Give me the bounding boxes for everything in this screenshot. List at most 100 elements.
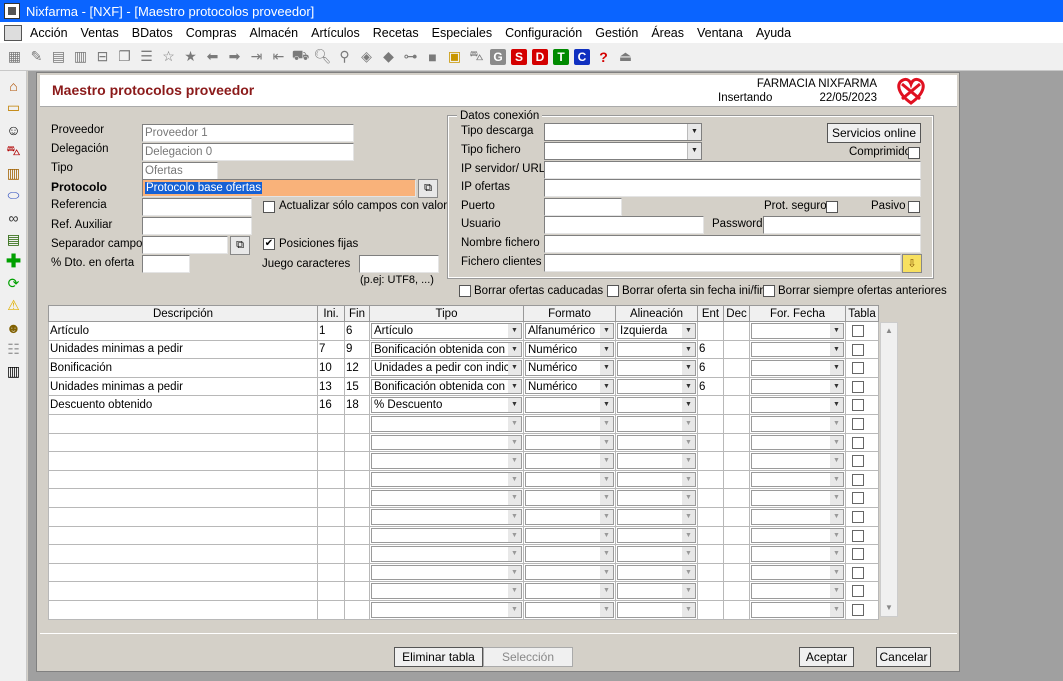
star-icon[interactable]: ★: [182, 48, 199, 65]
dec-cell[interactable]: [723, 413, 750, 434]
stop-icon[interactable]: ■: [424, 48, 441, 65]
ent-cell[interactable]: [697, 451, 724, 471]
tipo-select[interactable]: ▼: [371, 546, 522, 562]
car-icon[interactable]: ⛟: [292, 47, 310, 65]
menu-bdatos[interactable]: BDatos: [132, 26, 173, 40]
ini-cell[interactable]: [317, 432, 345, 453]
nombre-fichero-field[interactable]: [544, 235, 921, 253]
alineacion-select[interactable]: ▼: [617, 546, 696, 562]
scroll-up-icon[interactable]: ▲: [881, 323, 897, 339]
for-fecha-select[interactable]: ▼: [751, 527, 844, 544]
posiciones-checkbox[interactable]: ✔: [263, 238, 275, 250]
user-icon[interactable]: ☻: [5, 319, 22, 336]
dec-cell[interactable]: [723, 581, 750, 601]
ini-cell[interactable]: 16: [317, 395, 345, 415]
referencia-field[interactable]: [142, 198, 252, 216]
cancelar-button[interactable]: Cancelar: [876, 647, 931, 667]
col-alineacion[interactable]: Alineación: [615, 305, 698, 322]
menu-compras[interactable]: Compras: [186, 26, 237, 40]
tipo-select[interactable]: Bonificación obtenida con importe▼: [371, 378, 522, 395]
puerto-field[interactable]: [544, 198, 622, 216]
col-descripcion[interactable]: Descripción: [48, 305, 318, 322]
cart-icon[interactable]: ⛍: [468, 47, 485, 65]
menu-areas[interactable]: Áreas: [651, 26, 684, 40]
users-icon[interactable]: ☷: [5, 341, 22, 358]
for-fecha-select[interactable]: ▼: [751, 360, 844, 376]
descripcion-cell[interactable]: [48, 469, 318, 490]
borrar-anteriores-checkbox[interactable]: [763, 285, 775, 297]
pharmacy-icon[interactable]: ⌂: [5, 77, 22, 94]
ini-cell[interactable]: [317, 599, 345, 620]
alineacion-select[interactable]: ▼: [617, 508, 696, 525]
ent-cell[interactable]: [697, 525, 724, 546]
fin-cell[interactable]: 15: [344, 376, 370, 397]
alineacion-select[interactable]: ▼: [617, 527, 696, 544]
tipo-select[interactable]: ▼: [371, 564, 522, 581]
alineacion-select[interactable]: ▼: [617, 397, 696, 413]
for-fecha-select[interactable]: ▼: [751, 378, 844, 395]
alineacion-select[interactable]: ▼: [617, 564, 696, 581]
descripcion-cell[interactable]: Bonificación: [48, 358, 318, 378]
import-icon[interactable]: ⇥: [248, 48, 265, 65]
formato-select[interactable]: ▼: [525, 508, 614, 525]
usuario-field[interactable]: [544, 216, 704, 234]
prot-seguro-checkbox[interactable]: [826, 201, 838, 213]
tabla-checkbox[interactable]: [852, 343, 864, 356]
fin-cell[interactable]: 9: [344, 339, 370, 360]
ent-cell[interactable]: [697, 506, 724, 527]
table-row[interactable]: ▼ ▼ ▼ ▼: [48, 525, 879, 546]
tabla-checkbox[interactable]: [852, 585, 864, 598]
ent-cell[interactable]: 6: [697, 339, 724, 360]
fin-cell[interactable]: 12: [344, 358, 370, 378]
ent-cell[interactable]: [697, 413, 724, 434]
ini-cell[interactable]: [317, 506, 345, 527]
table-row[interactable]: Unidades minimas a pedir 13 15 Bonificación…: [48, 376, 879, 397]
tabla-checkbox[interactable]: [852, 492, 864, 505]
ip-ofertas-field[interactable]: [544, 179, 921, 197]
bdatos-icon[interactable]: ▥: [72, 48, 89, 65]
tabla-checkbox[interactable]: [852, 548, 864, 561]
eliminar-tabla-button[interactable]: Eliminar tabla: [394, 647, 483, 667]
descripcion-cell[interactable]: [48, 432, 318, 453]
tabla-checkbox[interactable]: [852, 417, 864, 430]
for-fecha-select[interactable]: ▼: [751, 397, 844, 413]
ini-cell[interactable]: [317, 469, 345, 490]
ini-cell[interactable]: [317, 525, 345, 546]
table-row[interactable]: ▼ ▼ ▼ ▼: [48, 413, 879, 434]
borrar-caducadas-checkbox[interactable]: [459, 285, 471, 297]
tipo-select[interactable]: ▼: [371, 527, 522, 544]
tipo-select[interactable]: ▼: [371, 471, 522, 488]
network-icon[interactable]: ⊶: [402, 48, 419, 65]
proveedor-field[interactable]: Proveedor 1: [142, 124, 354, 142]
fin-cell[interactable]: [344, 413, 370, 434]
table-row[interactable]: ▼ ▼ ▼ ▼: [48, 544, 879, 564]
tipo-select[interactable]: ▼: [371, 583, 522, 599]
table-row[interactable]: ▼ ▼ ▼ ▼: [48, 599, 879, 620]
alineacion-select[interactable]: ▼: [617, 378, 696, 395]
ent-cell[interactable]: [697, 469, 724, 490]
ini-cell[interactable]: [317, 451, 345, 471]
barcode-icon[interactable]: ▥: [5, 363, 22, 380]
for-fecha-select[interactable]: ▼: [751, 415, 844, 432]
menu-ayuda[interactable]: Ayuda: [756, 26, 791, 40]
separador-lookup-button[interactable]: ⧉: [230, 236, 250, 255]
ip-servidor-field[interactable]: [544, 161, 921, 179]
shopping-cart-icon[interactable]: ⛍: [5, 142, 22, 160]
for-fecha-select[interactable]: ▼: [751, 564, 844, 581]
formato-select[interactable]: ▼: [525, 527, 614, 544]
fin-cell[interactable]: 6: [344, 321, 370, 341]
descripcion-cell[interactable]: [48, 581, 318, 601]
ini-cell[interactable]: 1: [317, 321, 345, 341]
tipo-select[interactable]: Unidades a pedir con indicación ▼: [371, 360, 522, 376]
for-fecha-select[interactable]: ▼: [751, 471, 844, 488]
borrar-sin-fecha-checkbox[interactable]: [607, 285, 619, 297]
arrow-right-icon[interactable]: ➡: [226, 48, 243, 65]
seleccion-button[interactable]: Selección: [483, 647, 573, 667]
formato-select[interactable]: ▼: [525, 490, 614, 506]
tabla-checkbox[interactable]: [852, 473, 864, 486]
alineacion-select[interactable]: Izquierda ▼: [617, 323, 696, 339]
actualizar-checkbox[interactable]: [263, 201, 275, 213]
tabla-checkbox[interactable]: [852, 325, 864, 337]
search-icon[interactable]: 🔍︎: [314, 48, 332, 65]
menu-almacen[interactable]: Almacén: [249, 26, 298, 40]
